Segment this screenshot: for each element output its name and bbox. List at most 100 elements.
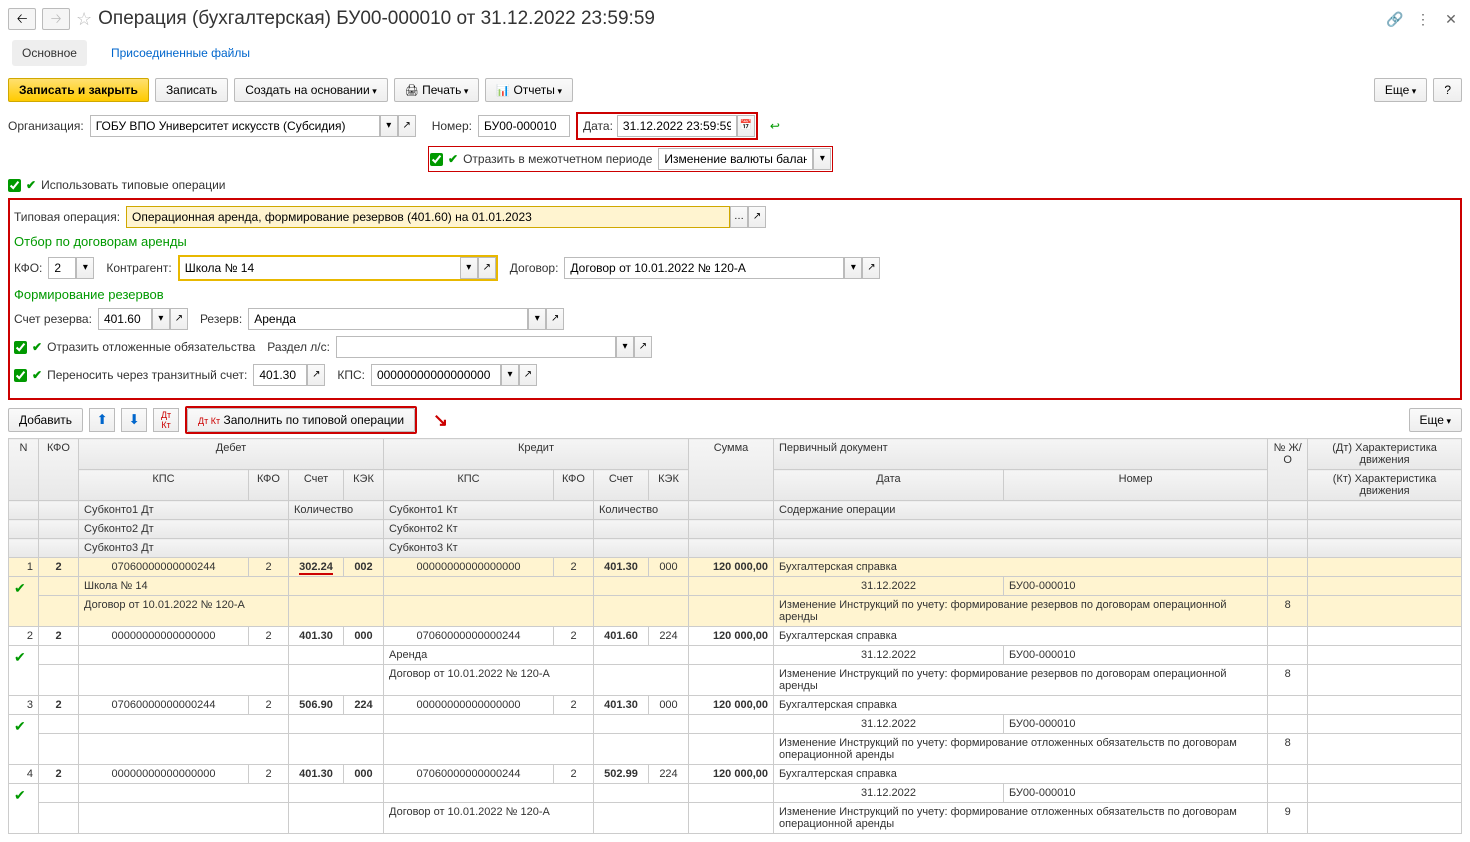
- account-dropdown[interactable]: ▾: [152, 308, 170, 330]
- tabs: Основное Присоединенные файлы: [8, 40, 1462, 66]
- col-kfo: КФО: [39, 439, 79, 501]
- razdel-dropdown[interactable]: ▾: [616, 336, 634, 358]
- typical-label: Типовая операция:: [14, 210, 120, 224]
- reserve-label: Резерв:: [200, 312, 242, 326]
- date-input[interactable]: [617, 115, 737, 137]
- org-dropdown[interactable]: ▾: [380, 115, 398, 137]
- reserve-open[interactable]: ↗: [546, 308, 564, 330]
- table-row[interactable]: ✔ 31.12.2022БУ00-000010: [9, 784, 1462, 803]
- col-dt-kfo2: КФО: [249, 470, 289, 501]
- col-sub2kt: Субконто2 Кт: [384, 520, 594, 539]
- save-close-button[interactable]: Записать и закрыть: [8, 78, 149, 102]
- fill-button[interactable]: Дт Кт Заполнить по типовой операции: [187, 408, 415, 432]
- kfo-input[interactable]: [48, 257, 76, 279]
- typical-open[interactable]: ↗: [748, 206, 766, 228]
- col-debit: Дебет: [79, 439, 384, 470]
- kps-dropdown[interactable]: ▾: [501, 364, 519, 386]
- col-credit: Кредит: [384, 439, 689, 470]
- table-row[interactable]: Изменение Инструкций по учету: формирова…: [9, 734, 1462, 765]
- table-row[interactable]: ✔ Школа № 14 31.12.2022БУ00-000010: [9, 577, 1462, 596]
- nav-back[interactable]: 🡠: [8, 8, 36, 30]
- tab-main[interactable]: Основное: [12, 40, 87, 66]
- number-input[interactable]: [478, 115, 570, 137]
- transit-open[interactable]: ↗: [307, 364, 325, 386]
- reserve-input[interactable]: [248, 308, 528, 330]
- table-row[interactable]: 3 2 07060000000000244 2 506.90 224 00000…: [9, 696, 1462, 715]
- table-row[interactable]: Договор от 10.01.2022 № 120-А Изменение …: [9, 665, 1462, 696]
- table-row[interactable]: ✔ 31.12.2022БУ00-000010: [9, 715, 1462, 734]
- date-picker[interactable]: 📅: [737, 115, 755, 137]
- typical-select[interactable]: …: [730, 206, 748, 228]
- col-dt-kps: КПС: [79, 470, 249, 501]
- account-input[interactable]: [98, 308, 152, 330]
- balance-change-input[interactable]: [658, 148, 813, 170]
- data-grid[interactable]: N КФО Дебет Кредит Сумма Первичный докум…: [8, 438, 1462, 834]
- move-up-button[interactable]: ⬆: [89, 408, 115, 432]
- col-kt-kek: КЭК: [649, 470, 689, 501]
- table-row[interactable]: Договор от 10.01.2022 № 120-А Изменение …: [9, 596, 1462, 627]
- add-button[interactable]: Добавить: [8, 408, 83, 432]
- col-n: N: [9, 439, 39, 501]
- move-down-button[interactable]: ⬇: [121, 408, 147, 432]
- help-button[interactable]: ?: [1433, 78, 1462, 102]
- org-input[interactable]: [90, 115, 380, 137]
- dogovor-open[interactable]: ↗: [862, 257, 880, 279]
- header: 🡠 🡢 ☆ Операция (бухгалтерская) БУ00-0000…: [8, 8, 1462, 30]
- col-char-kt: (Кт) Характеристика движения: [1308, 470, 1462, 501]
- razdel-input[interactable]: [336, 336, 616, 358]
- save-button[interactable]: Записать: [155, 78, 228, 102]
- dtkt-button[interactable]: ДтКт: [153, 408, 179, 432]
- dogovor-input[interactable]: [564, 257, 844, 279]
- table-row[interactable]: ✔ Аренда 31.12.2022БУ00-000010: [9, 646, 1462, 665]
- print-button[interactable]: 🖨 Печать: [394, 78, 480, 102]
- reports-button[interactable]: 📊 Отчеты: [485, 78, 573, 102]
- dogovor-dropdown[interactable]: ▾: [844, 257, 862, 279]
- table-row[interactable]: 1 2 07060000000000244 2 302.24 002 00000…: [9, 558, 1462, 577]
- nav-forward[interactable]: 🡢: [42, 8, 70, 30]
- col-zo: № Ж/О: [1268, 439, 1308, 501]
- table-row[interactable]: Договор от 10.01.2022 № 120-А Изменение …: [9, 803, 1462, 834]
- razdel-label: Раздел л/с:: [267, 340, 330, 354]
- deferred-checkbox[interactable]: ✔ Отразить отложенные обязательства: [14, 340, 255, 354]
- more-button[interactable]: Еще: [1374, 78, 1427, 102]
- org-open[interactable]: ↗: [398, 115, 416, 137]
- kontragent-input[interactable]: [180, 257, 460, 279]
- kontragent-dropdown[interactable]: ▾: [460, 257, 478, 279]
- reflect-checkbox[interactable]: ✔ Отразить в межотчетном периоде: [430, 152, 652, 166]
- tab-attached[interactable]: Присоединенные файлы: [101, 40, 260, 66]
- balance-dropdown[interactable]: ▾: [813, 148, 831, 170]
- col-qty-dt: Количество: [289, 501, 384, 520]
- account-open[interactable]: ↗: [170, 308, 188, 330]
- filter-title: Отбор по договорам аренды: [14, 234, 1456, 249]
- use-typical-checkbox[interactable]: ✔ Использовать типовые операции: [8, 178, 225, 192]
- table-row[interactable]: 2 2 00000000000000000 2 401.30 000 07060…: [9, 627, 1462, 646]
- table-more-button[interactable]: Еще: [1409, 408, 1462, 432]
- create-based-button[interactable]: Создать на основании: [234, 78, 388, 102]
- status-icon: ↩: [770, 119, 780, 133]
- kps-open[interactable]: ↗: [519, 364, 537, 386]
- col-sub3dt: Субконто3 Дт: [79, 539, 289, 558]
- kontragent-open[interactable]: ↗: [478, 257, 496, 279]
- reserve-title: Формирование резервов: [14, 287, 1456, 302]
- menu-icon[interactable]: ⋮: [1412, 8, 1434, 30]
- transit-account-input[interactable]: [253, 364, 307, 386]
- kontragent-label: Контрагент:: [106, 261, 171, 275]
- typical-input[interactable]: [126, 206, 730, 228]
- table-row[interactable]: 4 2 00000000000000000 2 401.30 000 07060…: [9, 765, 1462, 784]
- reserve-dropdown[interactable]: ▾: [528, 308, 546, 330]
- transit-checkbox[interactable]: ✔ Переносить через транзитный счет:: [14, 368, 247, 382]
- kps-input[interactable]: [371, 364, 501, 386]
- col-kt-account: Счет: [594, 470, 649, 501]
- col-kt-kps: КПС: [384, 470, 554, 501]
- favorite-icon[interactable]: ☆: [76, 9, 92, 30]
- col-doc: Первичный документ: [774, 439, 1268, 470]
- dogovor-label: Договор:: [510, 261, 559, 275]
- col-date: Дата: [774, 470, 1004, 501]
- razdel-open[interactable]: ↗: [634, 336, 652, 358]
- main-toolbar: Записать и закрыть Записать Создать на о…: [8, 78, 1462, 102]
- link-icon[interactable]: 🔗: [1384, 8, 1406, 30]
- page-title: Операция (бухгалтерская) БУ00-000010 от …: [98, 8, 655, 30]
- col-number: Номер: [1003, 470, 1267, 501]
- close-icon[interactable]: ✕: [1440, 8, 1462, 30]
- kfo-dropdown[interactable]: ▾: [76, 257, 94, 279]
